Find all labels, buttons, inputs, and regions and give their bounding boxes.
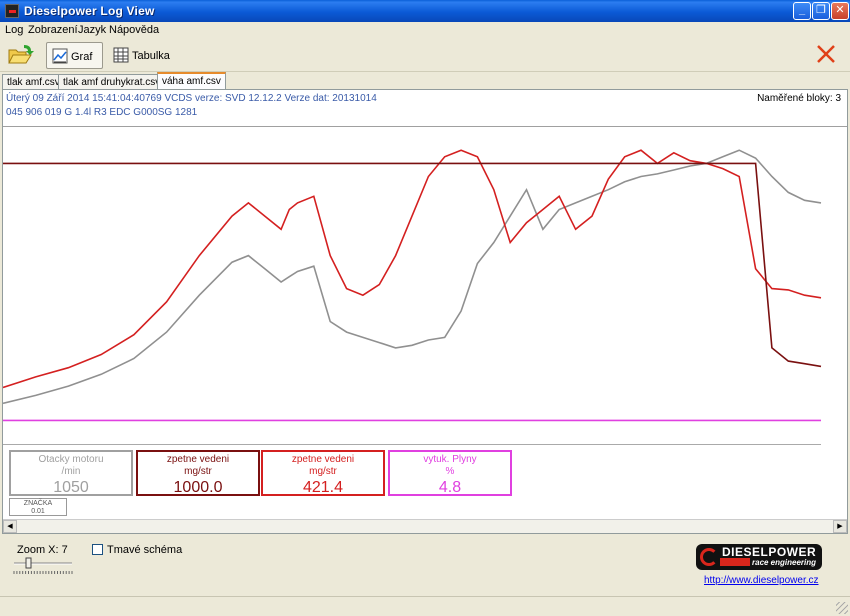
graph-panel: Úterý 09 Září 2014 15:41:04:40769 VCDS v…	[2, 89, 848, 534]
logo-brand: DIESELPOWER	[722, 545, 817, 559]
marker-value: 0.01	[31, 508, 45, 515]
app-icon	[5, 4, 19, 18]
window-title: Dieselpower Log View	[24, 4, 155, 18]
folder-open-icon	[8, 45, 34, 64]
graf-button[interactable]: Graf	[46, 42, 103, 69]
tab-tlak-amf-druhykrat[interactable]: tlak amf druhykrat.csv	[58, 74, 166, 90]
file-tab-strip: tlak amf.csv tlak amf druhykrat.csv váha…	[0, 72, 850, 91]
resize-grip[interactable]	[836, 602, 848, 614]
maximize-button[interactable]: ❐	[812, 2, 830, 20]
log-info-date: Úterý 09 Září 2014 15:41:04:40769 VCDS v…	[6, 93, 377, 104]
value-box-zpetne-vedeni-1[interactable]: zpetne vedeni mg/str 1000.0	[136, 450, 260, 496]
chart-icon	[52, 48, 68, 64]
status-bar	[0, 596, 850, 616]
table-icon	[113, 47, 129, 63]
measured-blocks: Naměřené bloky: 3	[757, 93, 841, 104]
marker-box[interactable]: ZNAČKA 0.01	[9, 498, 67, 516]
logo-bar	[720, 558, 750, 566]
open-folder-button[interactable]	[6, 42, 36, 68]
menu-log[interactable]: Log	[5, 24, 23, 36]
dieselpower-logo: DIESELPOWER race engineering	[696, 544, 822, 570]
logo-subtitle: race engineering	[752, 558, 817, 567]
slider-ticks	[13, 571, 73, 574]
dark-scheme-checkbox[interactable]	[92, 544, 103, 555]
close-button[interactable]: ✕	[831, 2, 849, 20]
value-box-name: vytuk. Plyny	[423, 454, 477, 465]
dark-scheme-label: Tmavé schéma	[107, 544, 183, 556]
horizontal-scrollbar[interactable]: ◀ ▶	[3, 519, 847, 533]
scroll-right-button[interactable]: ▶	[833, 520, 847, 533]
value-box-unit: %	[445, 466, 455, 477]
toolbar: Graf Tabulka	[0, 39, 850, 72]
minimize-button[interactable]: _	[793, 2, 811, 20]
value-box-unit: mg/str	[184, 466, 212, 477]
close-log-icon[interactable]	[815, 43, 837, 65]
measured-blocks-value: 3	[835, 93, 841, 104]
value-box-unit: mg/str	[309, 466, 337, 477]
app-window: Dieselpower Log View _ ❐ ✕ Log Zobrazení…	[0, 0, 850, 616]
log-info-ecu: 045 906 019 G 1.4l R3 EDC G000SG 1281	[6, 107, 198, 118]
marker-label: ZNAČKA	[23, 500, 53, 507]
logo-swirl-icon	[700, 548, 718, 566]
zoom-value: 7	[61, 544, 68, 556]
menu-napoveda[interactable]: Nápověda	[109, 24, 159, 36]
value-box-value: 4.8	[438, 479, 462, 496]
measured-blocks-label: Naměřené bloky:	[757, 93, 833, 104]
value-box-vytuk-plyny[interactable]: vytuk. Plyny % 4.8	[388, 450, 512, 496]
scroll-left-button[interactable]: ◀	[3, 520, 17, 533]
zoom-label-text: Zoom X:	[17, 544, 59, 556]
chart-baseline	[3, 444, 821, 445]
tabulka-label: Tabulka	[132, 50, 170, 62]
menu-bar: Log Zobrazení Jazyk Nápověda	[0, 22, 850, 39]
value-box-name: zpetne vedeni	[291, 454, 355, 465]
series-zpetne-vedeni-line	[3, 149, 822, 389]
series-otacky-line	[3, 149, 822, 405]
menu-jazyk[interactable]: Jazyk	[78, 24, 106, 36]
menu-zobrazeni[interactable]: Zobrazení	[28, 24, 78, 36]
value-box-otacky[interactable]: Otacky motoru /min 1050	[9, 450, 133, 496]
zoom-slider[interactable]	[12, 557, 74, 575]
title-bar[interactable]: Dieselpower Log View _ ❐ ✕	[0, 0, 850, 22]
graf-label: Graf	[71, 51, 93, 63]
tabulka-button[interactable]: Tabulka	[108, 42, 170, 69]
value-box-name: zpetne vedeni	[166, 454, 230, 465]
value-box-name: Otacky motoru	[38, 454, 104, 465]
series-zpetne-vedeni-2-line	[3, 162, 822, 368]
value-box-value: 421.4	[302, 479, 344, 496]
value-box-zpetne-vedeni-2[interactable]: zpetne vedeni mg/str 421.4	[261, 450, 385, 496]
zoom-label: Zoom X: 7	[17, 544, 68, 556]
value-box-value: 1000.0	[173, 479, 223, 496]
website-link[interactable]: http://www.dieselpower.cz	[704, 575, 819, 586]
value-box-unit: /min	[61, 466, 81, 477]
tab-tlak-amf[interactable]: tlak amf.csv	[2, 74, 65, 90]
value-box-value: 1050	[53, 479, 89, 496]
log-chart[interactable]	[3, 127, 847, 445]
